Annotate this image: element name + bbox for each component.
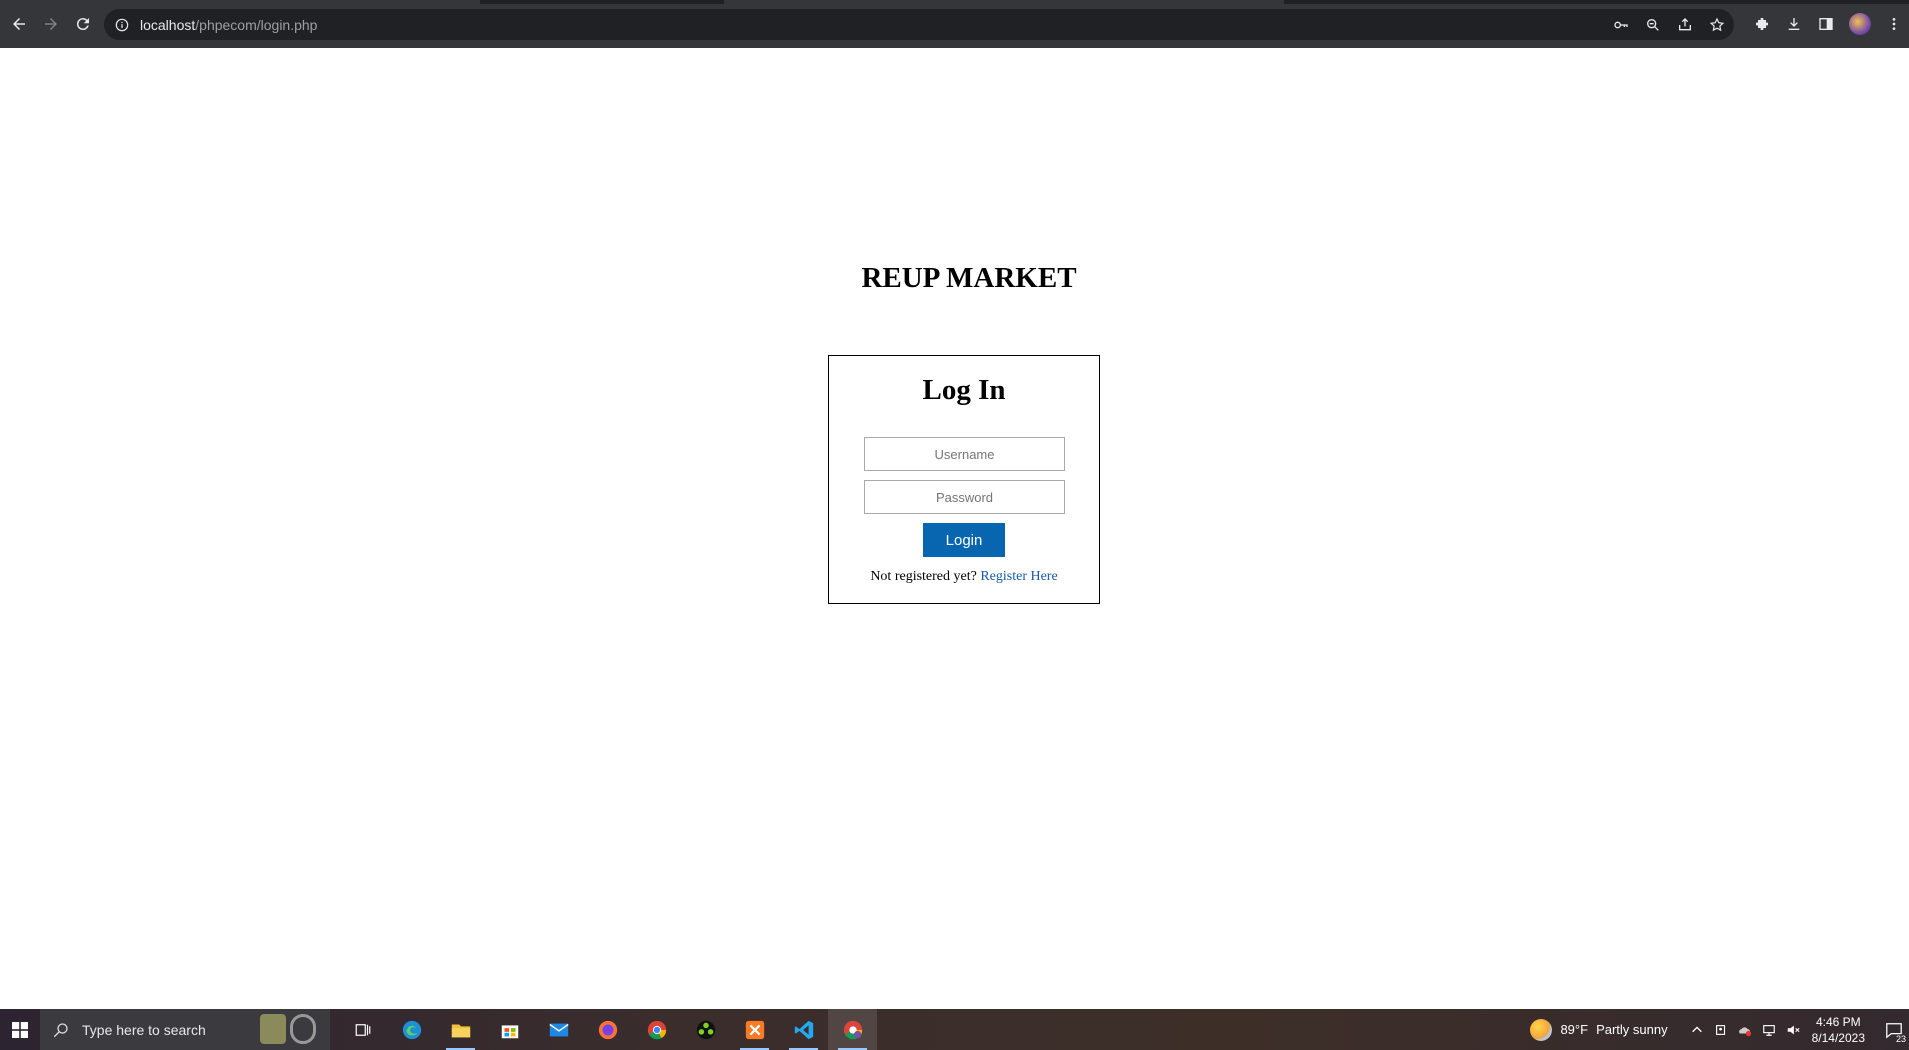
chevron-up-icon[interactable] [1690, 1023, 1704, 1037]
weather-temp: 89°F [1560, 1022, 1589, 1037]
edge-icon[interactable] [387, 1009, 436, 1050]
partly-sunny-icon [1530, 1018, 1553, 1041]
system-tray: 89°F Partly sunny 4:46 PM 8/14/2023 23 [1530, 1009, 1909, 1050]
register-prompt: Not registered yet? [870, 569, 977, 584]
login-form: Log In Login Not registered yet? Registe… [828, 355, 1100, 604]
url-host: localhost [140, 16, 196, 33]
clock[interactable]: 4:46 PM 8/14/2023 [1812, 1014, 1865, 1046]
weather-desc: Partly sunny [1596, 1022, 1668, 1037]
share-icon[interactable] [1676, 16, 1694, 34]
profile-avatar[interactable] [1849, 13, 1871, 35]
tab[interactable] [724, 0, 1284, 4]
vscode-icon[interactable] [779, 1009, 828, 1050]
zoom-icon[interactable] [1644, 16, 1662, 34]
microsoft-store-icon[interactable] [485, 1009, 534, 1050]
login-button[interactable]: Login [923, 523, 1005, 557]
search-art-figure [260, 1014, 286, 1044]
arrow-left-icon [13, 18, 25, 30]
search-highlight-image [260, 1013, 322, 1045]
reload-icon [76, 18, 89, 31]
info-icon[interactable] [114, 17, 130, 33]
chrome-dev-icon[interactable] [828, 1009, 877, 1050]
tab-strip [0, 0, 1909, 4]
address-bar[interactable]: localhost/phpecom/login.php [104, 9, 1734, 40]
mail-icon[interactable] [534, 1009, 583, 1050]
side-panel-icon[interactable] [1817, 15, 1835, 33]
username-input[interactable] [864, 437, 1065, 471]
bookmark-star-icon[interactable] [1708, 16, 1726, 34]
password-input[interactable] [864, 480, 1065, 514]
search-art-headphones [290, 1014, 316, 1044]
search-placeholder: Type here to search [82, 1021, 206, 1038]
register-prompt-line: Not registered yet? Register Here [829, 569, 1099, 585]
extensions-puzzle-icon[interactable] [1753, 15, 1771, 33]
tab[interactable] [0, 0, 480, 4]
volume-muted-icon[interactable] [1786, 1023, 1800, 1037]
start-button[interactable] [0, 1009, 40, 1050]
reload-button[interactable] [70, 11, 96, 37]
key-icon[interactable] [1612, 16, 1630, 34]
file-explorer-icon[interactable] [436, 1009, 485, 1050]
forward-button[interactable] [38, 11, 64, 37]
back-button[interactable] [6, 11, 32, 37]
site-title: REUP MARKET [861, 262, 1077, 294]
weather-widget[interactable]: 89°F Partly sunny [1530, 1018, 1668, 1041]
network-icon[interactable] [1762, 1023, 1776, 1037]
notification-count: 23 [1895, 1034, 1906, 1044]
task-view-icon[interactable] [338, 1009, 387, 1050]
register-link[interactable]: Register Here [980, 569, 1057, 584]
chrome-icon[interactable] [632, 1009, 681, 1050]
taskbar: Type here to search 89°F Partly sunny 4:… [0, 1009, 1909, 1050]
browser-toolbar: localhost/phpecom/login.php [0, 0, 1909, 48]
arrow-right-icon [45, 18, 57, 30]
onedrive-icon[interactable] [1738, 1023, 1752, 1037]
notification-center-button[interactable]: 23 [1879, 1009, 1909, 1050]
search-icon [52, 1021, 70, 1039]
green-app-icon[interactable] [681, 1009, 730, 1050]
page-content: REUP MARKET Log In Login Not registered … [0, 48, 1909, 1009]
url-path: /phpecom/login.php [195, 16, 318, 33]
firefox-icon[interactable] [583, 1009, 632, 1050]
windows-logo-icon [12, 1021, 28, 1038]
xampp-icon[interactable] [730, 1009, 779, 1050]
download-icon[interactable] [1785, 15, 1803, 33]
login-heading: Log In [922, 374, 1006, 406]
clock-date: 8/14/2023 [1811, 1030, 1865, 1045]
meet-now-icon[interactable] [1714, 1023, 1728, 1037]
clock-time: 4:46 PM [1815, 1014, 1861, 1029]
menu-kebab-icon[interactable] [1885, 15, 1903, 33]
taskbar-search[interactable]: Type here to search [40, 1009, 330, 1050]
